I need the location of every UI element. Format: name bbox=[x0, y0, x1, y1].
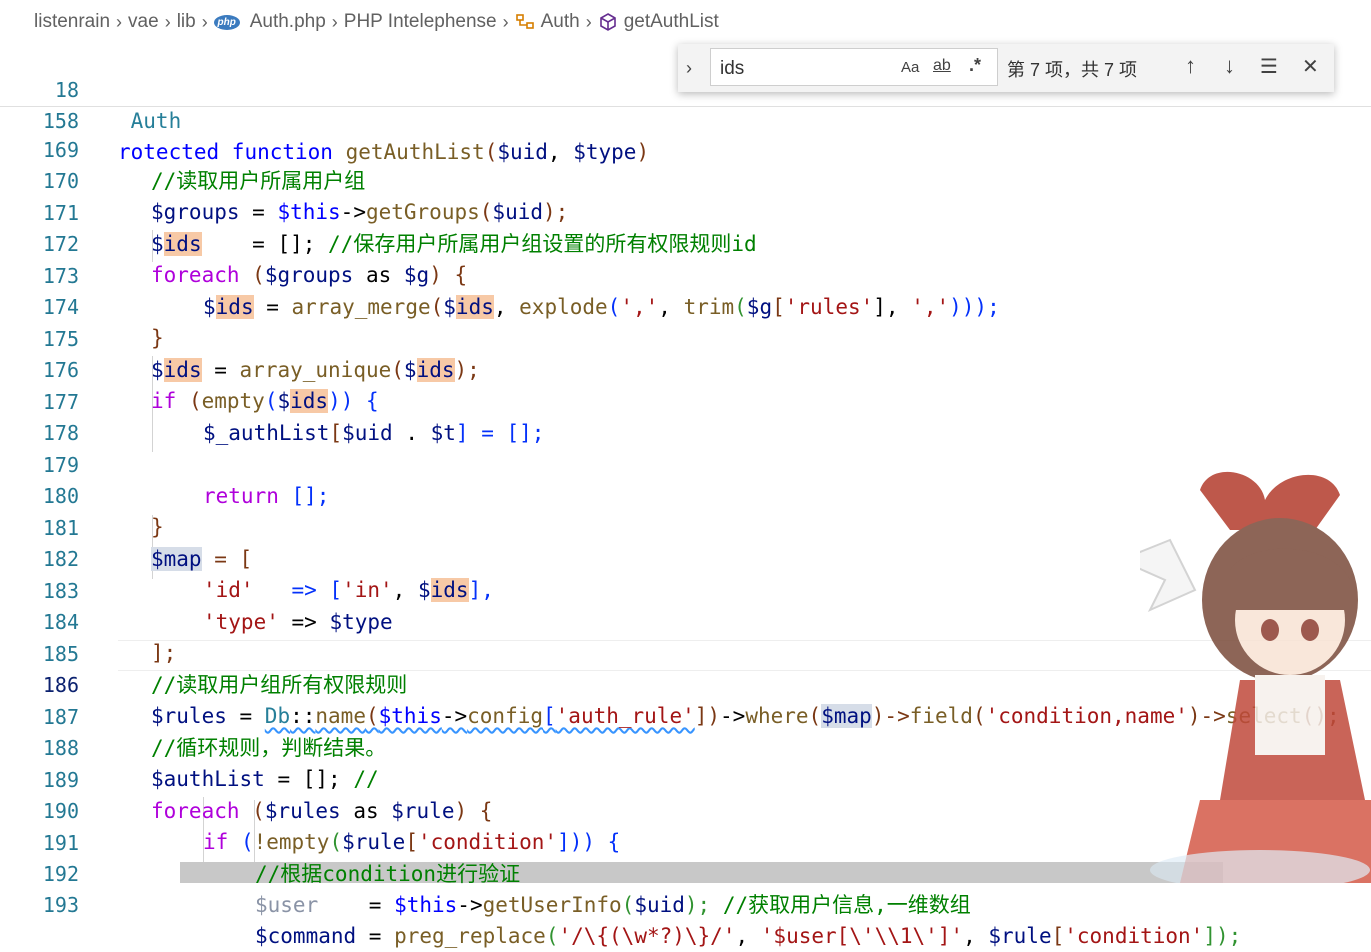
code-line[interactable]: 172 foreach ($groups as $g) { bbox=[0, 198, 1371, 287]
code-line[interactable]: 178 bbox=[0, 387, 1371, 445]
breadcrumb-item-class[interactable]: Auth bbox=[515, 11, 580, 33]
code-line[interactable]: 177 $_authList[$uid . $t] = []; bbox=[0, 356, 1371, 445]
code-line[interactable]: 174 } bbox=[0, 261, 1371, 350]
code-line[interactable]: 169 //读取用户所属用户组 bbox=[0, 104, 1371, 193]
previous-match-button[interactable]: ↑ bbox=[1185, 53, 1196, 79]
php-file-icon: php bbox=[213, 14, 240, 30]
chevron-right-icon: › bbox=[331, 11, 338, 32]
breadcrumb-item-intelephense[interactable]: PHP Intelephense bbox=[344, 11, 497, 33]
find-in-selection-button[interactable]: ☰ bbox=[1260, 54, 1278, 79]
chevron-right-icon: › bbox=[116, 11, 123, 32]
next-match-button[interactable]: ↓ bbox=[1224, 53, 1235, 79]
toggle-replace-button[interactable]: › bbox=[686, 58, 692, 79]
match-case-button[interactable]: Aa bbox=[901, 59, 919, 76]
method-cube-icon bbox=[598, 12, 618, 32]
find-widget: › ids Aa ab .* 第 7 项，共 7 项 ↑ ↓ ☰ ✕ bbox=[678, 44, 1334, 92]
breadcrumb-item-method[interactable]: getAuthList bbox=[598, 11, 719, 33]
breadcrumb: listenrain › vae › lib › php Auth.php › … bbox=[0, 0, 1371, 44]
chevron-right-icon: › bbox=[502, 11, 509, 32]
code-line[interactable]: 179 return []; bbox=[0, 419, 1371, 508]
background-character-image bbox=[1140, 471, 1371, 883]
code-line[interactable]: 176 if (empty($ids)) { bbox=[0, 324, 1371, 413]
whole-word-button[interactable]: ab bbox=[933, 57, 951, 75]
code-line[interactable]: 175 $ids = array_unique($ids); bbox=[0, 293, 1371, 382]
breadcrumb-item-listenrain[interactable]: listenrain bbox=[34, 11, 110, 33]
find-input[interactable]: ids Aa ab .* bbox=[710, 48, 998, 86]
match-count: 第 7 项，共 7 项 bbox=[1007, 60, 1138, 80]
regex-button[interactable]: .* bbox=[969, 55, 981, 76]
code-line[interactable]: 171 $ids = []; //保存用户所属用户组设置的所有权限规则id bbox=[0, 167, 1371, 256]
breadcrumb-item-vae[interactable]: vae bbox=[128, 11, 159, 33]
breadcrumb-item-lib[interactable]: lib bbox=[177, 11, 196, 33]
code-line[interactable]: 170 $groups = $this->getGroups($uid); bbox=[0, 135, 1371, 224]
class-icon bbox=[515, 13, 535, 31]
close-icon[interactable]: ✕ bbox=[1302, 54, 1319, 79]
chevron-right-icon: › bbox=[201, 11, 208, 32]
chevron-right-icon: › bbox=[164, 11, 171, 32]
chevron-right-icon: › bbox=[585, 11, 592, 32]
code-line[interactable]: 173 $ids = array_merge($ids, explode(','… bbox=[0, 230, 1371, 319]
breadcrumb-item-file[interactable]: php Auth.php bbox=[213, 11, 326, 33]
